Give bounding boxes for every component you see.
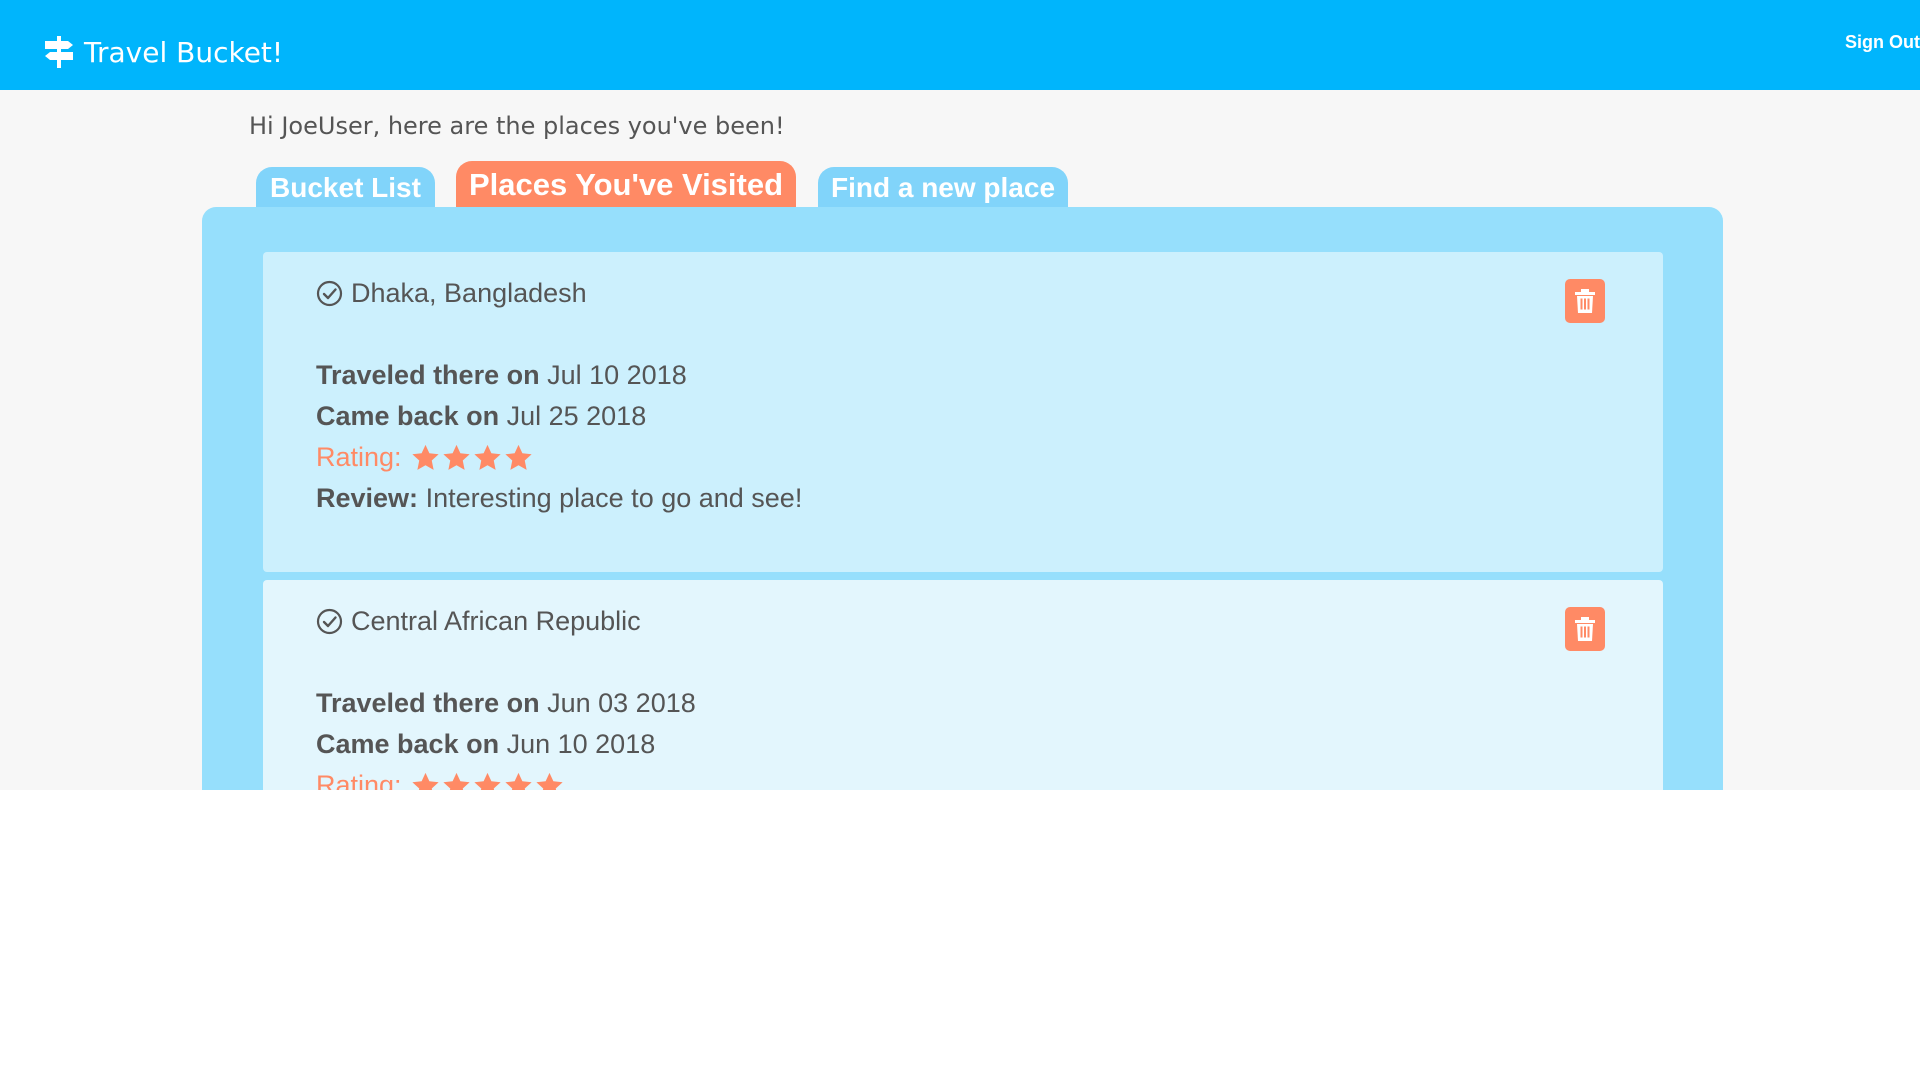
star-rating xyxy=(410,771,565,790)
trash-icon xyxy=(1575,289,1595,313)
return-date-row: Came back on Jul 25 2018 xyxy=(316,401,646,432)
check-circle-icon xyxy=(316,608,343,635)
review-text: Interesting place to go and see! xyxy=(425,483,803,513)
review-row: Review: Interesting place to go and see! xyxy=(316,483,802,514)
delete-place-button[interactable] xyxy=(1565,607,1605,651)
greeting-text: Hi JoeUser, here are the places you've b… xyxy=(249,112,785,140)
place-card: Central African Republic Traveled there … xyxy=(263,580,1663,790)
place-name: Dhaka, Bangladesh xyxy=(351,278,587,308)
signpost-icon xyxy=(45,36,73,68)
rating-label: Rating: xyxy=(316,770,402,790)
rating-label: Rating: xyxy=(316,442,402,472)
traveled-date: Jul 10 2018 xyxy=(547,360,687,390)
star-icon xyxy=(411,772,439,790)
came-back-label: Came back on xyxy=(316,729,500,759)
rating-row: Rating: xyxy=(316,442,534,473)
star-icon xyxy=(473,772,501,790)
return-date: Jun 10 2018 xyxy=(506,729,656,759)
page-viewport: Travel Bucket! Sign Out Hi JoeUser, here… xyxy=(0,0,1920,790)
star-icon xyxy=(442,772,470,790)
app-title: Travel Bucket! xyxy=(84,35,284,69)
star-icon xyxy=(473,444,501,470)
traveled-date-row: Traveled there on Jun 03 2018 xyxy=(316,688,696,719)
place-card: Dhaka, Bangladesh Traveled there on Jul … xyxy=(263,252,1663,572)
navbar: Travel Bucket! Sign Out xyxy=(0,0,1920,90)
sign-out-link[interactable]: Sign Out xyxy=(1845,32,1920,53)
rating-row: Rating: xyxy=(316,770,565,790)
traveled-label: Traveled there on xyxy=(316,360,540,390)
trash-icon xyxy=(1575,617,1595,641)
place-title: Dhaka, Bangladesh xyxy=(316,278,587,309)
tab-find-new-place[interactable]: Find a new place xyxy=(818,167,1068,208)
star-icon xyxy=(504,772,532,790)
traveled-date: Jun 03 2018 xyxy=(547,688,696,718)
place-name: Central African Republic xyxy=(351,606,641,636)
brand-link[interactable]: Travel Bucket! xyxy=(45,34,283,70)
star-icon xyxy=(411,444,439,470)
star-icon xyxy=(504,444,532,470)
return-date: Jul 25 2018 xyxy=(506,401,647,431)
tab-bucket-list[interactable]: Bucket List xyxy=(256,167,435,208)
review-label: Review: xyxy=(316,483,419,513)
check-circle-icon xyxy=(316,280,343,307)
star-icon xyxy=(442,444,470,470)
star-icon xyxy=(535,772,563,790)
star-rating xyxy=(410,443,534,473)
traveled-date-row: Traveled there on Jul 10 2018 xyxy=(316,360,687,391)
delete-place-button[interactable] xyxy=(1565,279,1605,323)
place-title: Central African Republic xyxy=(316,606,641,637)
traveled-label: Traveled there on xyxy=(316,688,540,718)
came-back-label: Came back on xyxy=(316,401,500,431)
return-date-row: Came back on Jun 10 2018 xyxy=(316,729,655,760)
tab-places-visited[interactable]: Places You've Visited xyxy=(456,161,796,208)
